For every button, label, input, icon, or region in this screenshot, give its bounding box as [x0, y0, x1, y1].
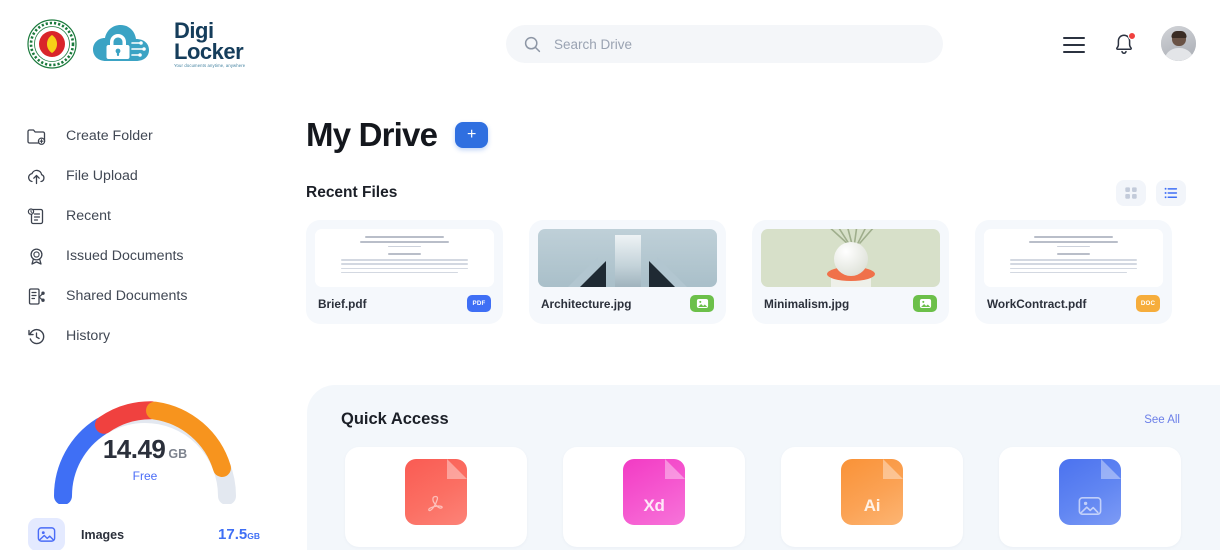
- file-type-badge: PDF: [467, 295, 491, 312]
- recent-file-card[interactable]: Minimalism.jpg: [752, 220, 949, 324]
- digilocker-cloud-lock-icon: [88, 19, 162, 69]
- search-input[interactable]: [554, 36, 925, 52]
- file-meta: WorkContract.pdf DOC: [984, 295, 1163, 312]
- storage-row-size-value: 17.5: [218, 526, 248, 543]
- recent-files-title: Recent Files: [306, 184, 398, 201]
- recent-file-card[interactable]: WorkContract.pdf DOC: [975, 220, 1172, 324]
- sidebar-item-issued-documents[interactable]: Issued Documents: [0, 236, 290, 276]
- file-name: Brief.pdf: [318, 296, 367, 311]
- file-thumbnail-architecture: [538, 229, 717, 287]
- document-preview: [984, 229, 1163, 287]
- sidebar-item-label: Recent: [66, 208, 111, 224]
- certificate-badge-icon: [26, 246, 47, 267]
- quick-access-card-image[interactable]: [999, 447, 1181, 547]
- recent-files-header: Recent Files: [290, 154, 1220, 206]
- grid-view-icon[interactable]: [1116, 180, 1146, 206]
- add-new-button-label: +: [467, 126, 477, 143]
- list-view-icon[interactable]: [1156, 180, 1186, 206]
- storage-row-label: Images: [81, 527, 125, 542]
- quick-access-card-pdf[interactable]: [345, 447, 527, 547]
- shared-document-icon: [26, 286, 47, 307]
- file-meta: Architecture.jpg: [538, 295, 717, 312]
- sidebar: Create Folder File Upload Recent Issued …: [0, 88, 290, 550]
- search-bar[interactable]: [506, 25, 943, 63]
- quick-access-card-label: Ai: [863, 496, 881, 515]
- recent-document-icon: [26, 206, 47, 227]
- quick-access-card-ai[interactable]: Ai: [781, 447, 963, 547]
- hamburger-menu-icon[interactable]: [1063, 32, 1087, 56]
- app-header: Digi Locker Your documents anytime, anyw…: [0, 0, 1220, 88]
- history-clock-icon: [26, 326, 47, 347]
- page-title: My Drive: [306, 116, 438, 153]
- brand-digi-text: Digi: [174, 17, 214, 43]
- notification-bell-icon[interactable]: [1113, 31, 1136, 56]
- search-icon: [524, 36, 541, 53]
- page-title-row: My Drive +: [290, 88, 1220, 154]
- image-file-icon: [1059, 459, 1121, 525]
- sidebar-item-label: Create Folder: [66, 128, 153, 144]
- file-thumbnail-document: [315, 229, 494, 287]
- sidebar-nav: Create Folder File Upload Recent Issued …: [0, 88, 290, 356]
- file-meta: Brief.pdf PDF: [315, 295, 494, 312]
- bangladesh-government-seal-icon: [26, 18, 78, 70]
- storage-gauge: 14.49 GB Free: [45, 392, 245, 505]
- file-meta: Minimalism.jpg: [761, 295, 940, 312]
- recent-file-card[interactable]: Architecture.jpg: [529, 220, 726, 324]
- header-actions: [1063, 26, 1196, 61]
- file-type-badge: DOC: [1136, 295, 1160, 312]
- storage-row-images[interactable]: Images 17.5GB: [0, 518, 290, 550]
- adobe-illustrator-file-icon: Ai: [841, 459, 903, 525]
- quick-access-header: Quick Access See All: [307, 385, 1220, 429]
- minimalism-photo: [761, 229, 940, 287]
- storage-free-label: Free: [132, 469, 158, 483]
- add-new-button[interactable]: +: [455, 122, 489, 148]
- recent-file-card[interactable]: Brief.pdf PDF: [306, 220, 503, 324]
- sidebar-item-history[interactable]: History: [0, 316, 290, 356]
- avatar-hair: [1171, 30, 1186, 38]
- sidebar-item-file-upload[interactable]: File Upload: [0, 156, 290, 196]
- folder-plus-icon: [26, 126, 47, 147]
- storage-widget: 14.49 GB Free Images 17.5GB: [0, 378, 290, 550]
- brand-locker-text: Locker: [174, 38, 244, 64]
- view-toggle-group: [1116, 180, 1186, 206]
- brand-tagline: Your documents anytime, anywhere: [174, 62, 246, 68]
- storage-row-size: 17.5GB: [218, 526, 260, 543]
- sidebar-item-recent[interactable]: Recent: [0, 196, 290, 236]
- notification-badge-dot: [1128, 31, 1136, 40]
- document-preview: [315, 229, 494, 287]
- quick-access-card-label: Xd: [643, 496, 665, 515]
- cloud-upload-icon: [26, 166, 47, 187]
- file-name: Architecture.jpg: [541, 296, 632, 311]
- quick-access-card-xd[interactable]: Xd: [563, 447, 745, 547]
- file-type-badge: [690, 295, 714, 312]
- acrobat-pdf-file-icon: [405, 459, 467, 525]
- quick-access-grid: Xd Ai: [307, 429, 1220, 547]
- quick-access-title: Quick Access: [341, 410, 449, 428]
- digilocker-drive-app: Digi Locker Your documents anytime, anyw…: [0, 0, 1220, 550]
- storage-free-unit: GB: [168, 447, 188, 461]
- avatar[interactable]: [1161, 26, 1196, 61]
- sidebar-item-label: History: [66, 328, 111, 344]
- digilocker-wordmark: Digi Locker Your documents anytime, anyw…: [174, 17, 246, 68]
- recent-files-grid: Brief.pdf PDF Architecture.jpg Minimalis…: [290, 206, 1220, 324]
- brand-logo[interactable]: Digi Locker Your documents anytime, anyw…: [26, 18, 245, 70]
- storage-free-value: 14.49: [102, 434, 166, 464]
- sidebar-item-label: File Upload: [66, 168, 138, 184]
- file-thumbnail-document: [984, 229, 1163, 287]
- file-thumbnail-minimalism: [761, 229, 940, 287]
- storage-row-size-unit: GB: [247, 531, 260, 541]
- sidebar-item-create-folder[interactable]: Create Folder: [0, 116, 290, 156]
- architecture-photo: [538, 229, 717, 287]
- see-all-link[interactable]: See All: [1144, 414, 1180, 426]
- storage-gauge-center: 14.49 GB Free: [45, 434, 245, 483]
- file-name: Minimalism.jpg: [764, 296, 850, 311]
- file-type-badge: [913, 295, 937, 312]
- sidebar-item-label: Issued Documents: [66, 248, 184, 264]
- quick-access-panel: Quick Access See All Xd Ai: [307, 385, 1220, 550]
- sidebar-item-shared-documents[interactable]: Shared Documents: [0, 276, 290, 316]
- file-name: WorkContract.pdf: [987, 296, 1087, 311]
- adobe-xd-file-icon: Xd: [623, 459, 685, 525]
- image-icon: [28, 518, 65, 550]
- sidebar-item-label: Shared Documents: [66, 288, 188, 304]
